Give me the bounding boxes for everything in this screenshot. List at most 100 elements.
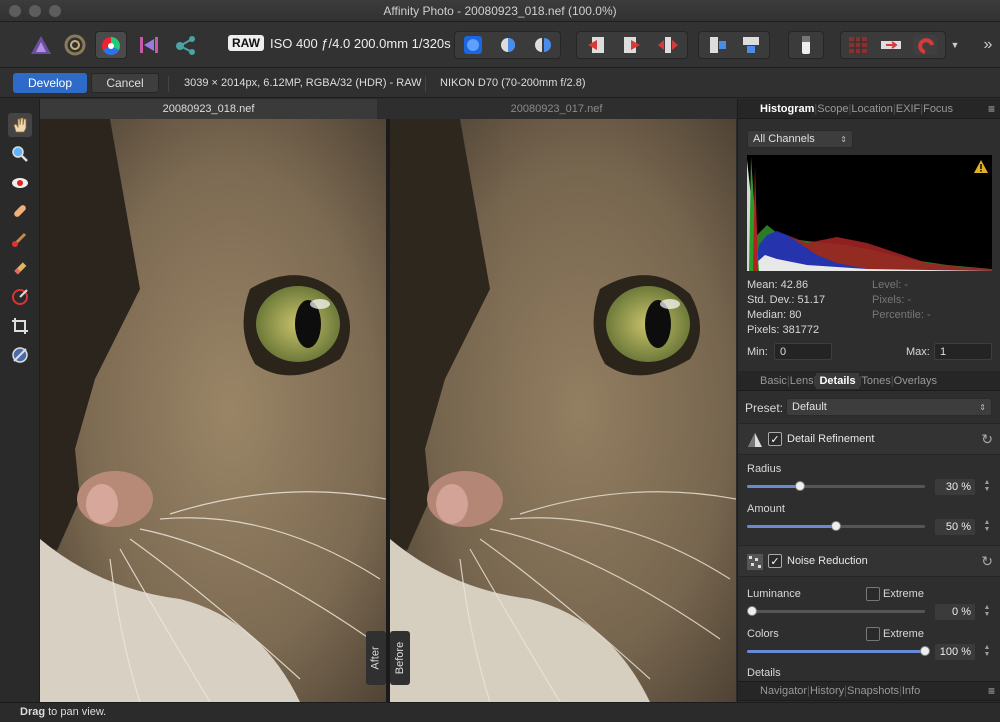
split-view-icon[interactable]	[496, 35, 520, 55]
view-tool-hand-icon[interactable]	[8, 113, 32, 137]
min-label: Min:	[747, 346, 768, 358]
max-label: Max:	[906, 346, 930, 358]
magnet-snap-icon[interactable]	[913, 35, 937, 55]
reset-icon[interactable]: ↻	[981, 553, 993, 570]
radius-slider[interactable]	[747, 481, 925, 491]
tab-lens[interactable]: Lens	[790, 375, 814, 387]
export-persona-icon[interactable]	[173, 31, 199, 59]
stat-std-dev: Std. Dev.: 51.17	[747, 294, 826, 306]
apply-left-icon[interactable]	[620, 35, 644, 55]
colors-slider-fill	[747, 650, 925, 653]
liquify-persona-icon[interactable]	[62, 31, 88, 59]
view-mode-group	[454, 31, 561, 59]
luminance-extreme-checkbox[interactable]	[866, 587, 880, 601]
before-photo: Before	[390, 119, 736, 702]
grid-overlay-icon[interactable]	[846, 35, 870, 55]
colors-extreme-label: Extreme	[883, 628, 924, 640]
tab-exif[interactable]: EXIF	[896, 103, 920, 115]
tools-panel	[0, 99, 40, 702]
stat-pixels: Pixels: 381772	[747, 324, 820, 336]
crop-tool-icon[interactable]	[8, 314, 32, 338]
flip-vertical-icon[interactable]	[739, 35, 763, 55]
tab-navigator[interactable]: Navigator	[738, 685, 807, 697]
amount-slider-knob[interactable]	[831, 521, 841, 531]
develop-persona-icon[interactable]	[95, 31, 127, 59]
tab-after-document[interactable]: 20080923_018.nef	[40, 99, 377, 119]
amount-slider-fill	[747, 525, 836, 528]
colors-value-field[interactable]: 100 %	[935, 644, 975, 660]
colors-extreme-checkbox[interactable]	[866, 627, 880, 641]
luminance-value-field[interactable]: 0 %	[935, 604, 975, 620]
window-title: Affinity Photo - 20080923_018.nef (100.0…	[383, 4, 617, 18]
colors-stepper[interactable]: ▲ ▼	[983, 644, 991, 660]
colors-slider-knob[interactable]	[920, 646, 930, 656]
radius-stepper[interactable]: ▲ ▼	[983, 479, 991, 495]
panel-menu-icon[interactable]: ≡	[988, 684, 995, 698]
cancel-button[interactable]: Cancel	[91, 73, 159, 93]
single-view-icon[interactable]	[461, 35, 485, 55]
panel-menu-icon[interactable]: ≡	[988, 102, 995, 116]
luminance-stepper[interactable]: ▲ ▼	[983, 604, 991, 620]
detail-refinement-checkbox[interactable]: ✓	[768, 432, 782, 446]
tab-info[interactable]: Info	[902, 685, 920, 697]
tab-overlays[interactable]: Overlays	[894, 375, 937, 387]
tab-tones[interactable]: Tones	[861, 375, 890, 387]
gradient-tool-icon[interactable]	[8, 285, 32, 309]
luminance-slider-knob[interactable]	[747, 606, 757, 616]
canvas[interactable]: After Before	[40, 119, 736, 702]
red-eye-tool-icon[interactable]	[8, 171, 32, 195]
document-tabs: 20080923_018.nef 20080923_017.nef	[40, 99, 736, 119]
tab-histogram[interactable]: Histogram	[738, 103, 814, 115]
context-toolbar: Develop Cancel 3039 × 2014px, 6.12MP, RG…	[0, 68, 1000, 98]
develop-button[interactable]: Develop	[13, 73, 87, 93]
luminance-label: Luminance	[747, 588, 801, 600]
zoom-tool-icon[interactable]	[8, 142, 32, 166]
luminance-slider[interactable]	[747, 606, 925, 616]
compare-actions-group	[576, 31, 688, 59]
luminance-extreme-label: Extreme	[883, 588, 924, 600]
after-photo: After	[40, 119, 386, 702]
noise-reduction-checkbox[interactable]: ✓	[768, 554, 782, 568]
radius-slider-knob[interactable]	[795, 481, 806, 491]
stat-percentile: Percentile: -	[872, 309, 931, 321]
reset-icon[interactable]: ↻	[981, 431, 993, 448]
tab-details[interactable]: Details	[816, 372, 859, 389]
radius-slider-fill	[747, 485, 801, 488]
mirror-view-icon[interactable]	[531, 35, 555, 55]
histogram-graph	[747, 155, 992, 271]
tone-mapping-persona-icon[interactable]	[136, 31, 162, 59]
brush-tool-icon[interactable]	[8, 227, 32, 251]
tab-location[interactable]: Location	[851, 103, 893, 115]
preset-select[interactable]: Default ⇕	[786, 398, 992, 416]
tab-focus[interactable]: Focus	[923, 103, 953, 115]
right-panel: Histogram | Scope | Location | EXIF | Fo…	[737, 99, 1000, 702]
flip-horizontal-icon[interactable]	[706, 35, 730, 55]
blemish-tool-icon[interactable]	[8, 199, 32, 223]
clipping-toggle[interactable]	[788, 31, 824, 59]
stat-mean: Mean: 42.86	[747, 279, 809, 291]
apply-right-icon[interactable]	[584, 35, 608, 55]
colors-slider[interactable]	[747, 646, 930, 656]
highlight-clip-icon[interactable]	[879, 35, 903, 55]
max-field[interactable]: 1	[934, 343, 992, 360]
tab-history[interactable]: History	[810, 685, 844, 697]
swap-sides-icon[interactable]	[656, 35, 680, 55]
tab-before-document[interactable]: 20080923_017.nef	[377, 99, 736, 119]
tab-snapshots[interactable]: Snapshots	[847, 685, 899, 697]
amount-stepper[interactable]: ▲ ▼	[983, 519, 991, 535]
overlay-dropdown-icon[interactable]: ▼	[948, 31, 962, 59]
radius-value-field[interactable]: 30 %	[935, 479, 975, 495]
tab-scope[interactable]: Scope	[817, 103, 848, 115]
tab-basic[interactable]: Basic	[738, 375, 787, 387]
amount-value-field[interactable]: 50 %	[935, 519, 975, 535]
divider	[168, 76, 169, 92]
erase-tool-icon[interactable]	[8, 256, 32, 280]
white-balance-tool-icon[interactable]	[8, 343, 32, 367]
min-field[interactable]: 0	[774, 343, 832, 360]
radius-label: Radius	[747, 463, 782, 475]
amount-slider[interactable]	[747, 521, 925, 531]
stat-pixels-selected: Pixels: -	[872, 294, 912, 306]
toolbar-overflow-icon[interactable]: »	[980, 31, 996, 59]
channel-select[interactable]: All Channels ⇕	[747, 130, 853, 148]
photo-persona-icon[interactable]	[28, 31, 54, 59]
